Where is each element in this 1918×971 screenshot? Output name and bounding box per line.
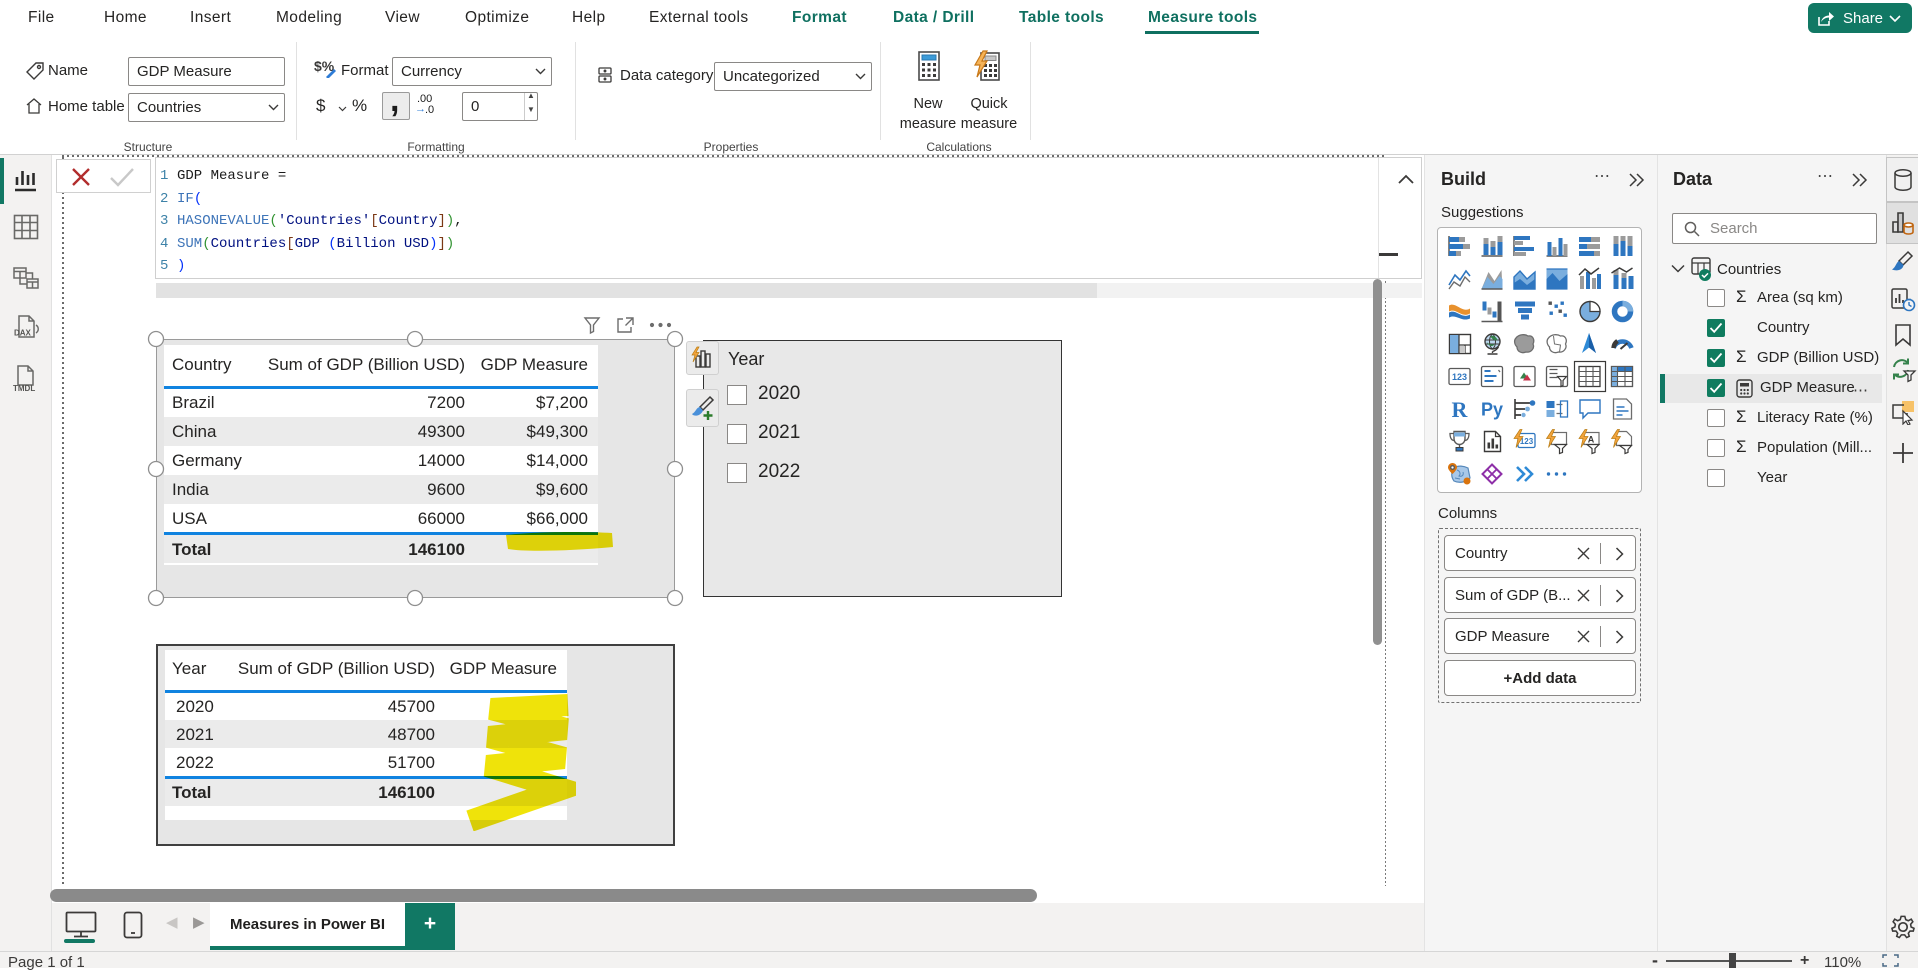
- svg-text:R: R: [1452, 397, 1469, 422]
- svg-text:A: A: [1588, 435, 1595, 445]
- svg-text:Py: Py: [1481, 400, 1503, 420]
- svg-text:DAX: DAX: [14, 329, 32, 338]
- svg-text:123: 123: [1452, 372, 1467, 382]
- svg-text:TMDL: TMDL: [13, 384, 35, 393]
